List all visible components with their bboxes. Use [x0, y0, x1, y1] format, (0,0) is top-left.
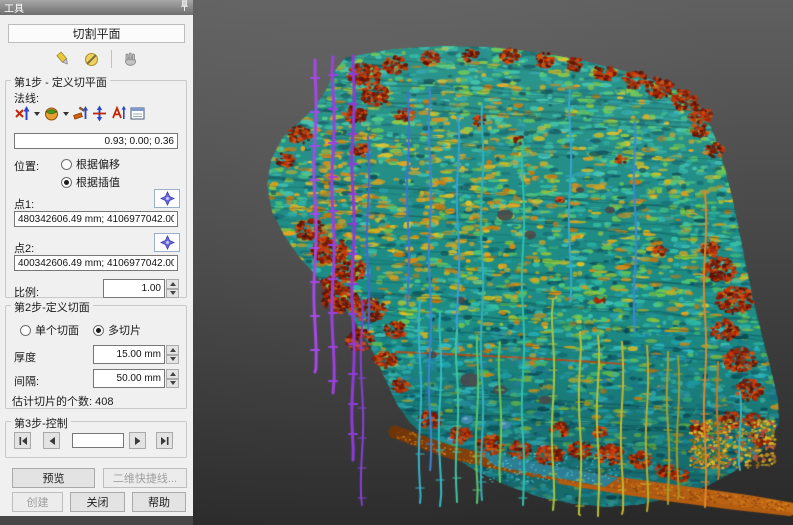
slice-index-field[interactable] [72, 433, 124, 448]
radio-by-interp-circle[interactable] [61, 177, 72, 188]
align-normal-icon[interactable] [110, 105, 127, 122]
panel-bottom-strip [0, 516, 193, 525]
close-button[interactable]: 关闭 [70, 492, 125, 512]
spacing-up-button[interactable] [166, 369, 179, 379]
shortcut-2d-button[interactable]: 二维快捷线... [103, 468, 187, 488]
radio-single-section-circle[interactable] [20, 325, 31, 336]
radio-by-offset-circle[interactable] [61, 159, 72, 170]
step3-group: 第3步-控制 [5, 421, 187, 458]
first-slice-button[interactable] [14, 432, 31, 449]
draw-plane-icon[interactable] [51, 47, 75, 71]
step2-legend: 第2步-定义切面 [11, 299, 93, 315]
scale-label: 比例: [14, 284, 39, 300]
view-normal-dropdown-icon[interactable] [63, 112, 69, 116]
brush-normal-icon[interactable] [72, 105, 89, 122]
viewport-3d[interactable] [193, 0, 793, 525]
point1-value-field[interactable] [14, 211, 178, 227]
step1-legend: 第1步 - 定义切平面 [11, 74, 110, 90]
axis-normal-icon[interactable] [14, 105, 31, 122]
point1-label: 点1: [14, 196, 34, 212]
radio-single-section-label: 单个切面 [35, 322, 79, 338]
thickness-label: 厚度 [14, 349, 36, 365]
step2-group: 第2步-定义切面 单个切面 多切片 厚度 15.00 mm 间隔: 50.00 … [5, 305, 187, 409]
spacing-spinner: 50.00 mm [93, 369, 179, 388]
panel-titlebar: 工具 [0, 0, 193, 15]
normal-label: 法线: [14, 90, 39, 106]
radio-by-interp-label: 根据插值 [76, 174, 120, 190]
prev-slice-button[interactable] [43, 432, 60, 449]
app-window: { "panel": { "title": "工具", "header": "切… [0, 0, 793, 525]
preview-button[interactable]: 预览 [12, 468, 95, 488]
thickness-spinner: 15.00 mm [93, 345, 179, 364]
radio-multi-slice[interactable]: 多切片 [93, 322, 141, 338]
step3-legend: 第3步-控制 [11, 415, 71, 431]
disc-plane-icon[interactable] [80, 47, 104, 71]
spacing-value[interactable]: 50.00 mm [93, 369, 165, 388]
viewport-3d-canvas[interactable] [193, 0, 793, 525]
panel-title: 工具 [4, 0, 24, 15]
thickness-down-button[interactable] [166, 355, 179, 365]
scale-down-button[interactable] [166, 289, 179, 299]
scale-spinner: 1.00 [103, 279, 179, 298]
view-normal-icon[interactable] [43, 105, 60, 122]
normal-icon-row [14, 105, 146, 122]
axis-normal-dropdown-icon[interactable] [34, 112, 40, 116]
radio-multi-slice-label: 多切片 [108, 322, 141, 338]
tool-panel: 工具 切割平面 第1步 - 定义切平面 法线: [0, 0, 193, 525]
normal-value-field[interactable] [14, 133, 178, 149]
tool-header: 切割平面 [8, 24, 185, 43]
slice-count-estimate: 估计切片的个数: 408 [12, 393, 113, 409]
radio-single-section[interactable]: 单个切面 [20, 322, 79, 338]
hand-pick-icon[interactable] [119, 47, 143, 71]
toolbar-separator [111, 50, 112, 68]
pin-icon[interactable] [180, 0, 189, 15]
scale-value[interactable]: 1.00 [103, 279, 165, 298]
radio-by-offset[interactable]: 根据偏移 [61, 156, 120, 172]
point2-value-field[interactable] [14, 255, 178, 271]
plane-toolbar [0, 47, 193, 71]
next-slice-button[interactable] [129, 432, 146, 449]
help-button[interactable]: 帮助 [132, 492, 186, 512]
radio-by-offset-label: 根据偏移 [76, 156, 120, 172]
thickness-up-button[interactable] [166, 345, 179, 355]
last-slice-button[interactable] [156, 432, 173, 449]
scale-up-button[interactable] [166, 279, 179, 289]
tool-header-label: 切割平面 [72, 25, 120, 42]
radio-by-interp[interactable]: 根据插值 [61, 174, 120, 190]
point1-pick-button[interactable] [154, 189, 180, 208]
spacing-label: 间隔: [14, 373, 39, 389]
point2-label: 点2: [14, 240, 34, 256]
point2-pick-button[interactable] [154, 233, 180, 252]
spacing-down-button[interactable] [166, 379, 179, 389]
flip-normal-icon[interactable] [91, 105, 108, 122]
radio-multi-slice-circle[interactable] [93, 325, 104, 336]
dialog-normal-icon[interactable] [129, 105, 146, 122]
thickness-value[interactable]: 15.00 mm [93, 345, 165, 364]
create-button[interactable]: 创建 [12, 492, 63, 512]
step1-group: 第1步 - 定义切平面 法线: [5, 80, 187, 298]
position-label: 位置: [14, 158, 39, 174]
